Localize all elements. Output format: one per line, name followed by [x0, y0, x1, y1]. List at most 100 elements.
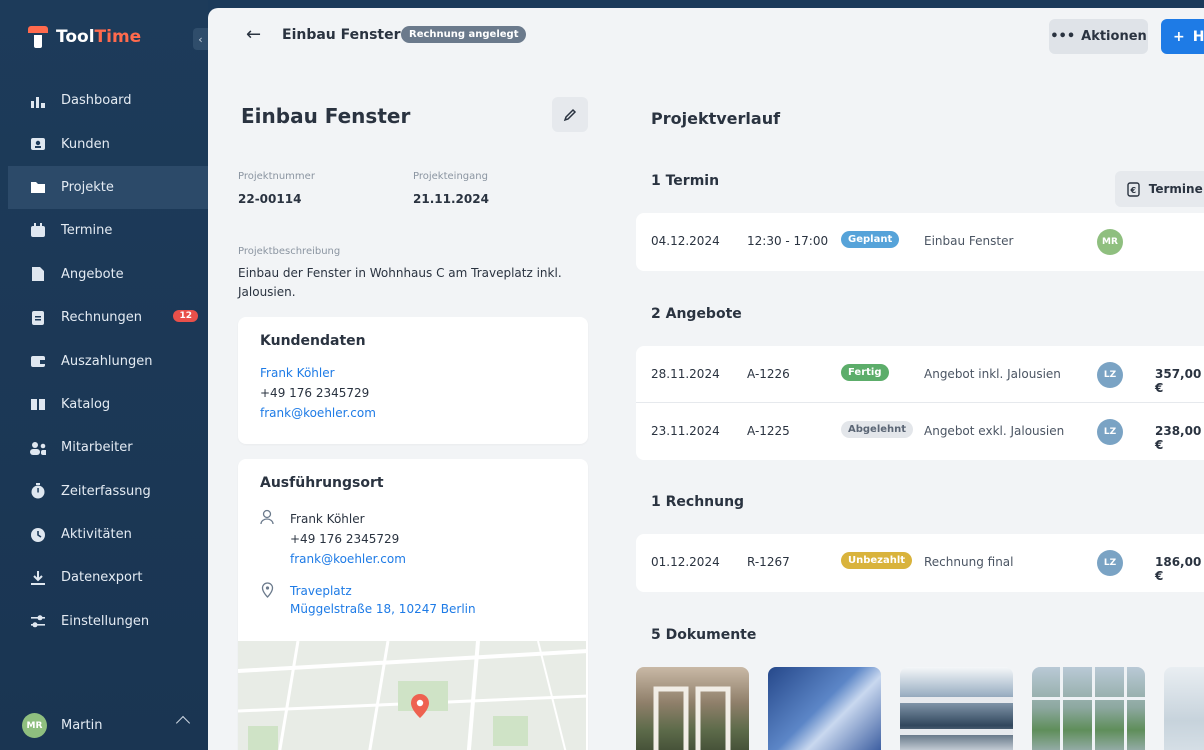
main-content: ← Einbau Fenster Rechnung angelegt ••• A… — [208, 8, 1204, 750]
sidebar-item-mitarbeiter[interactable]: Mitarbeiter — [8, 426, 208, 469]
sidebar-item-einstellungen[interactable]: Einstellungen — [8, 600, 208, 643]
termin-date: 04.12.2024 — [651, 234, 720, 248]
customer-card: Kundendaten Frank Köhler +49 176 2345729… — [238, 317, 588, 444]
chevron-up-icon[interactable] — [175, 715, 191, 731]
status-badge: Geplant — [841, 231, 900, 248]
sidebar-item-label: Zeiterfassung — [61, 483, 151, 499]
customer-phone: +49 176 2345729 — [260, 386, 370, 400]
window-photo-icon — [653, 686, 731, 750]
avatar: MR — [1097, 229, 1123, 255]
user-menu[interactable]: MR Martin — [22, 713, 102, 738]
sidebar-item-datenexport[interactable]: Datenexport — [8, 556, 208, 599]
sidebar-nav: Dashboard Kunden Projekte Termine Angebo… — [8, 79, 208, 643]
table-row[interactable]: 23.11.2024 A-1225 Abgelehnt Angebot exkl… — [636, 403, 1204, 460]
document-icon — [30, 266, 46, 282]
plus-icon: + — [1173, 28, 1185, 45]
status-badge: Fertig — [841, 364, 889, 381]
customer-name-link[interactable]: Frank Köhler — [260, 366, 335, 380]
app-name-part1: Tool — [56, 27, 95, 47]
status-badge: Rechnung angelegt — [401, 26, 527, 43]
sidebar-item-label: Auszahlungen — [61, 353, 153, 369]
angebot-date: 23.11.2024 — [651, 424, 720, 438]
document-thumbnail[interactable] — [636, 667, 749, 750]
svg-text:€: € — [1130, 186, 1137, 195]
sidebar-item-kunden[interactable]: Kunden — [8, 122, 208, 165]
sidebar-item-rechnungen[interactable]: Rechnungen 12 — [8, 296, 208, 339]
sidebar-item-label: Einstellungen — [61, 613, 150, 629]
sidebar-collapse-button[interactable]: ‹ — [193, 28, 208, 50]
sidebar-item-angebote[interactable]: Angebote — [8, 253, 208, 296]
angebot-number: A-1225 — [747, 424, 790, 438]
table-row[interactable]: 04.12.2024 12:30 - 17:00 Geplant Einbau … — [636, 213, 1204, 270]
project-description: Einbau der Fenster in Wohnhaus C am Trav… — [238, 266, 562, 299]
termine-button[interactable]: € Termine a — [1115, 171, 1204, 207]
project-number-value: 22-00114 — [238, 192, 302, 206]
edit-project-button[interactable] — [552, 97, 588, 132]
back-arrow-icon[interactable]: ← — [246, 24, 261, 45]
customer-email-link[interactable]: frank@koehler.com — [260, 406, 376, 420]
dokumente-section-title: 5 Dokumente — [651, 627, 757, 643]
document-thumbnails — [636, 667, 1204, 750]
more-dots-icon: ••• — [1050, 29, 1076, 44]
angebot-date: 28.11.2024 — [651, 367, 720, 381]
termine-section-title: 1 Termin — [651, 173, 720, 189]
history-icon — [30, 527, 46, 543]
address-link[interactable]: Müggelstraße 18, 10247 Berlin — [290, 602, 476, 616]
rechnungen-count-badge: 12 — [173, 309, 198, 322]
actions-button[interactable]: ••• Aktionen — [1049, 19, 1148, 54]
sidebar-item-label: Termine — [61, 223, 113, 239]
document-thumbnail[interactable] — [900, 667, 1013, 750]
dashboard-icon — [30, 93, 46, 109]
contact-phone: +49 176 2345729 — [290, 532, 400, 546]
map-streets — [238, 641, 586, 750]
sidebar-item-label: Angebote — [61, 266, 124, 282]
sidebar-item-aktivitaeten[interactable]: Aktivitäten — [8, 513, 208, 556]
sidebar-item-projekte[interactable]: Projekte — [8, 165, 208, 210]
tooltime-logo-icon — [28, 26, 48, 48]
glass-wall-photo-icon — [1032, 667, 1145, 750]
euro-document-icon: € — [1127, 181, 1140, 197]
document-thumbnail[interactable] — [1164, 667, 1204, 750]
wallet-icon — [30, 353, 46, 369]
primary-add-button[interactable]: + H — [1161, 19, 1204, 54]
sidebar-item-label: Rechnungen — [61, 310, 143, 326]
contact-email-link[interactable]: frank@koehler.com — [290, 552, 406, 566]
angebot-title: Angebot exkl. Jalousien — [924, 424, 1065, 438]
location-map[interactable] — [238, 641, 586, 750]
status-badge: Unbezahlt — [841, 552, 913, 569]
timeline-title: Projektverlauf — [651, 109, 781, 128]
rechnungen-list: 01.12.2024 R-1267 Unbezahlt Rechnung fin… — [636, 534, 1204, 592]
stopwatch-icon — [30, 483, 46, 499]
project-date-value: 21.11.2024 — [413, 192, 489, 206]
sidebar-item-dashboard[interactable]: Dashboard — [8, 79, 208, 122]
sidebar-item-katalog[interactable]: Katalog — [8, 383, 208, 426]
book-icon — [30, 396, 46, 412]
user-name: Martin — [61, 718, 103, 733]
rechnungen-section-title: 1 Rechnung — [651, 494, 745, 510]
facade-photo-icon — [900, 697, 1013, 735]
termin-title: Einbau Fenster — [924, 234, 1014, 248]
avatar: LZ — [1097, 419, 1123, 445]
document-thumbnail[interactable] — [768, 667, 881, 750]
sidebar-item-label: Projekte — [61, 179, 114, 195]
pencil-icon — [563, 108, 577, 121]
actions-label: Aktionen — [1081, 29, 1147, 44]
sidebar-item-label: Dashboard — [61, 93, 132, 109]
app-logo[interactable]: ToolTime — [28, 26, 141, 48]
rechnung-date: 01.12.2024 — [651, 555, 720, 569]
table-row[interactable]: 01.12.2024 R-1267 Unbezahlt Rechnung fin… — [636, 534, 1204, 591]
sidebar-item-zeiterfassung[interactable]: Zeiterfassung — [8, 470, 208, 513]
status-badge: Abgelehnt — [841, 421, 914, 438]
location-card: Ausführungsort Frank Köhler +49 176 2345… — [238, 459, 588, 750]
app-name-part2: Time — [94, 27, 142, 47]
download-icon — [30, 570, 46, 586]
rechnung-number: R-1267 — [747, 555, 790, 569]
table-row[interactable]: 28.11.2024 A-1226 Fertig Angebot inkl. J… — [636, 346, 1204, 403]
sidebar-item-termine[interactable]: Termine — [8, 209, 208, 252]
sidebar-item-auszahlungen[interactable]: Auszahlungen — [8, 339, 208, 382]
place-link[interactable]: Traveplatz — [290, 584, 352, 598]
location-pin-icon — [261, 582, 274, 598]
document-thumbnail[interactable] — [1032, 667, 1145, 750]
contact-name: Frank Köhler — [290, 512, 365, 526]
termin-time: 12:30 - 17:00 — [747, 234, 829, 248]
